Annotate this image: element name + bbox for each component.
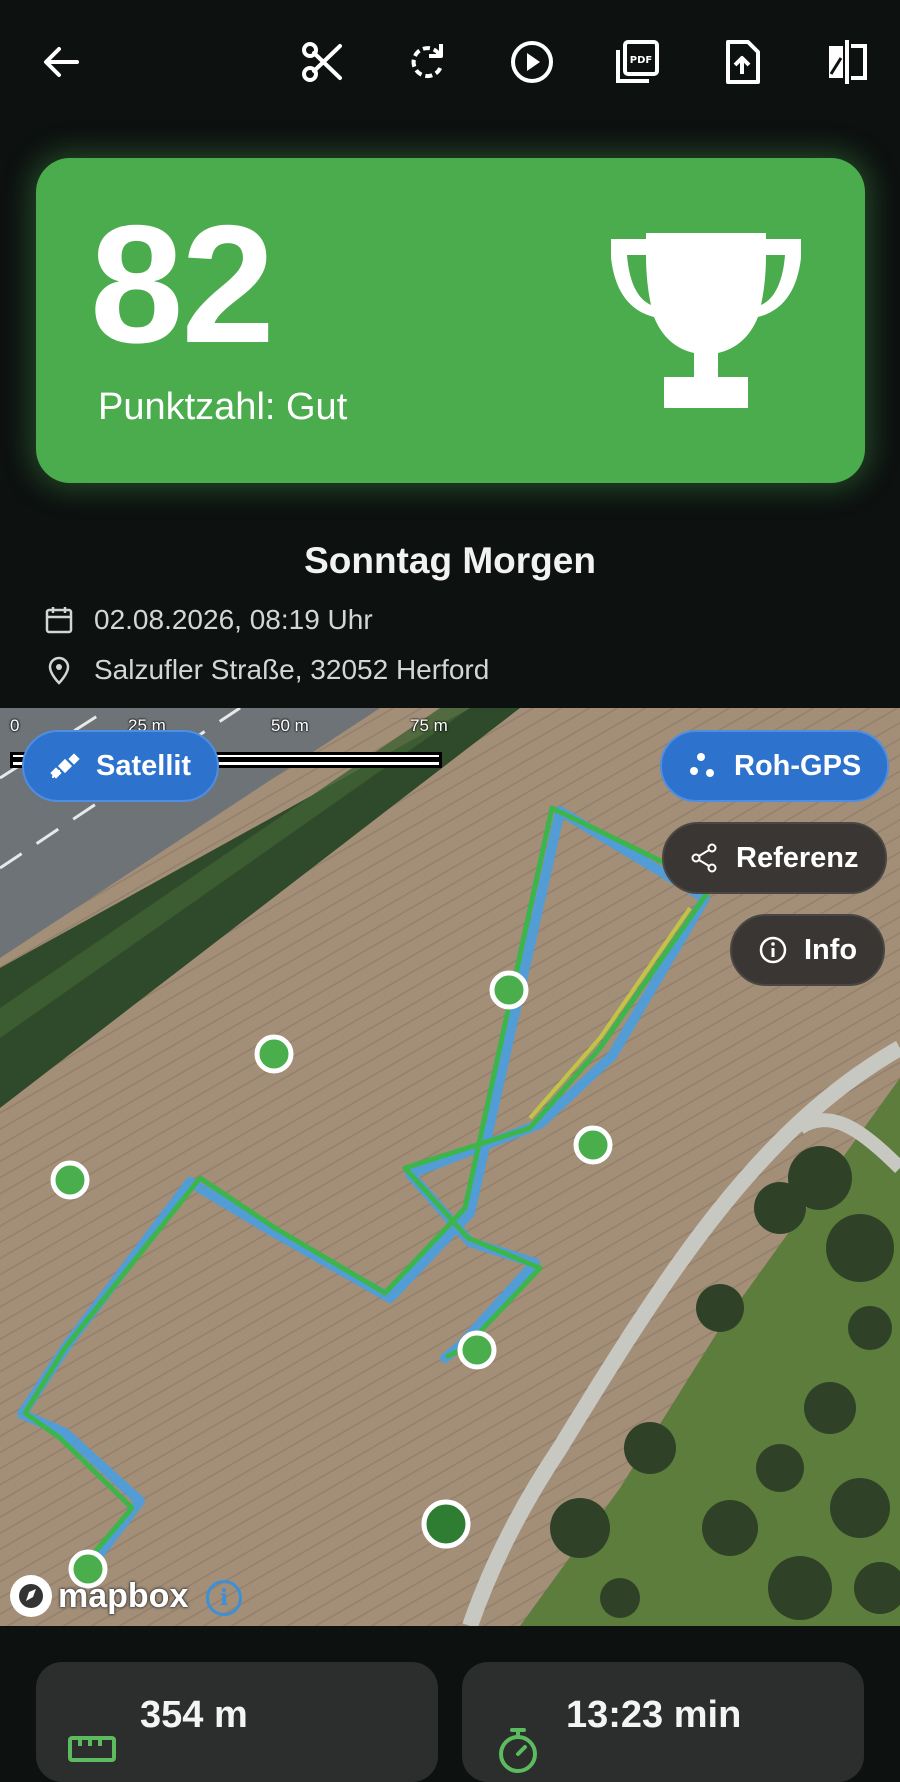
duration-value: 13:23 min xyxy=(566,1694,742,1736)
scale-label-75: 75 m xyxy=(410,716,448,735)
info-icon xyxy=(759,936,787,964)
compare-button[interactable] xyxy=(816,31,878,93)
upload-icon xyxy=(726,40,760,84)
session-location: Salzufler Straße, 32052 Herford xyxy=(94,654,490,685)
score-card: 82 Punktzahl: Gut xyxy=(36,158,865,483)
stopwatch-icon xyxy=(499,1728,537,1773)
distance-value: 354 m xyxy=(140,1694,248,1736)
scissors-icon xyxy=(302,42,342,82)
mapbox-logo[interactable]: mapbox xyxy=(10,1574,188,1618)
play-icon xyxy=(511,41,553,83)
location-row: Salzufler Straße, 32052 Herford xyxy=(44,650,489,690)
location-pin-icon xyxy=(48,656,70,685)
scale-label-0: 0 xyxy=(10,716,20,735)
share-upload-button[interactable] xyxy=(711,31,773,93)
replay-button[interactable] xyxy=(501,31,563,93)
session-datetime: 02.08.2026, 08:19 Uhr xyxy=(94,604,373,635)
back-button[interactable] xyxy=(30,31,92,93)
scatter-points-icon xyxy=(690,753,714,777)
mapbox-wordmark: mapbox xyxy=(58,1576,189,1615)
reference-toggle-button[interactable]: Referenz xyxy=(662,822,887,894)
map-view[interactable]: 0 25 m 50 m 75 m Satellit Roh-GPS Refere… xyxy=(0,708,900,1626)
compare-icon xyxy=(829,40,867,84)
raw-gps-toggle-button[interactable]: Roh-GPS xyxy=(660,730,890,802)
mapbox-logo-icon xyxy=(10,1575,52,1617)
route-nodes-icon xyxy=(691,843,717,873)
satellite-label: Satellit xyxy=(96,749,192,782)
score-value: 82 xyxy=(90,190,275,378)
pdf-icon: PDF xyxy=(616,40,659,83)
ruler-icon xyxy=(68,1736,116,1762)
reference-label: Referenz xyxy=(736,841,859,874)
duration-card: 13:23 min xyxy=(462,1662,864,1782)
calendar-icon xyxy=(45,607,73,634)
svg-text:PDF: PDF xyxy=(630,55,652,66)
date-row: 02.08.2026, 08:19 Uhr xyxy=(44,600,373,640)
back-arrow-icon xyxy=(44,47,79,77)
scale-label-50: 50 m xyxy=(271,716,309,735)
pdf-export-button[interactable]: PDF xyxy=(606,31,668,93)
top-toolbar: PDF xyxy=(0,0,900,122)
trim-button[interactable] xyxy=(291,31,353,93)
info-label: Info xyxy=(804,933,858,966)
satellite-toggle-button[interactable]: Satellit xyxy=(22,730,220,802)
refresh-icon xyxy=(411,44,443,79)
trophy-icon xyxy=(611,233,801,408)
score-label: Punktzahl: Gut xyxy=(98,386,348,428)
satellite-icon xyxy=(50,753,80,779)
attribution-info-icon[interactable]: i xyxy=(206,1580,242,1616)
distance-card: 354 m xyxy=(36,1662,438,1782)
session-title: Sonntag Morgen xyxy=(304,540,596,581)
info-button[interactable]: Info xyxy=(730,914,886,986)
recalculate-button[interactable] xyxy=(396,31,458,93)
raw-gps-label: Roh-GPS xyxy=(734,749,862,782)
